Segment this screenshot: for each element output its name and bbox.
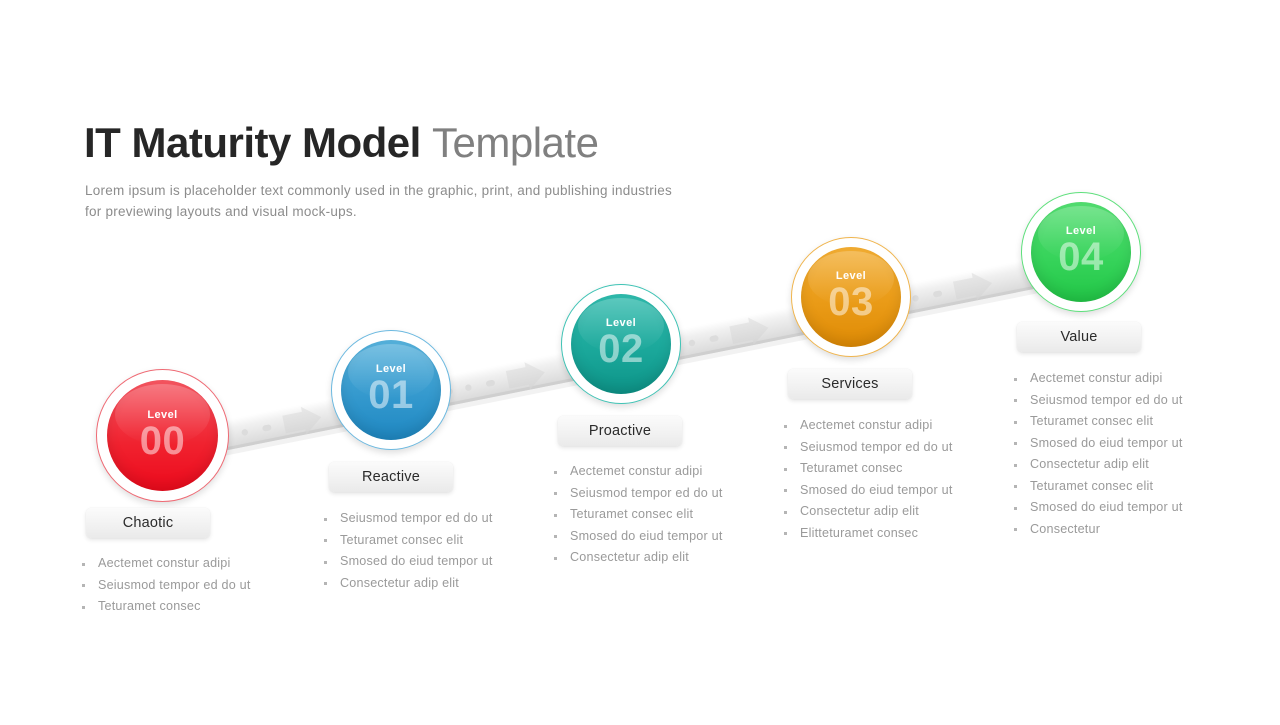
bullet-item: Seiusmod tempor ed do ut (552, 483, 782, 505)
bullet-item: Consectetur (1012, 519, 1242, 541)
stage-disc-3[interactable]: Level 03 (801, 247, 901, 347)
bullet-item: Smosed do eiud tempor ut (322, 551, 552, 573)
bullet-item: Seiusmod tempor ed do ut (80, 575, 310, 597)
stage-disc-1[interactable]: Level 01 (341, 340, 441, 440)
stage-level-number-4: 04 (1058, 235, 1104, 279)
bullet-item: Teturamet consec elit (552, 504, 782, 526)
bullet-item: Smosed do eiud tempor ut (1012, 497, 1242, 519)
bullet-item: Smosed do eiud tempor ut (552, 526, 782, 548)
bullet-item: Teturamet consec elit (1012, 476, 1242, 498)
bullet-item: Consectetur adip elit (782, 501, 1012, 523)
bullet-item: Teturamet consec (80, 596, 310, 618)
bullet-item: Seiusmod tempor ed do ut (782, 437, 1012, 459)
stage-label-chip-2[interactable]: Proactive (558, 416, 682, 446)
bullet-item: Consectetur adip elit (552, 547, 782, 569)
bullet-item: Consectetur adip elit (322, 573, 552, 595)
bullet-item: Aectemet constur adipi (80, 553, 310, 575)
stage-label-text-0: Chaotic (122, 515, 174, 531)
stage-label-text-2: Proactive (588, 423, 652, 439)
bullet-item: Consectetur adip elit (1012, 454, 1242, 476)
stage-bullets-0: Aectemet constur adipi Seiusmod tempor ed… (80, 553, 310, 618)
stage-label-text-1: Reactive (361, 469, 420, 485)
bullet-item: Seiusmod tempor ed do ut (322, 508, 552, 530)
stage-level-number-1: 01 (368, 373, 414, 417)
stage-label-text-3: Services (821, 376, 879, 392)
bullet-item: Aectemet constur adipi (552, 461, 782, 483)
stage-bullets-4: Aectemet constur adipi Seiusmod tempor ed… (1012, 368, 1242, 540)
slide-canvas: IT Maturity Model Template Lorem ipsum i… (0, 0, 1280, 720)
stage-bullets-2: Aectemet constur adipi Seiusmod tempor ed… (552, 461, 782, 569)
stage-disc-0[interactable]: Level 00 (107, 380, 218, 491)
bullet-item: Smosed do eiud tempor ut (1012, 433, 1242, 455)
bullet-item: Teturamet consec elit (322, 530, 552, 552)
stage-label-text-4: Value (1060, 329, 1098, 345)
bullet-item: Aectemet constur adipi (1012, 368, 1242, 390)
bullet-item: Teturamet consec elit (1012, 411, 1242, 433)
bullet-item: Smosed do eiud tempor ut (782, 480, 1012, 502)
stage-bullets-1: Seiusmod tempor ed do ut Teturamet consec… (322, 508, 552, 594)
stage-level-number-2: 02 (598, 327, 644, 371)
stage-level-number-3: 03 (828, 280, 874, 324)
stage-label-chip-0[interactable]: Chaotic (86, 508, 210, 538)
stage-disc-4[interactable]: Level 04 (1031, 202, 1131, 302)
stage-label-chip-1[interactable]: Reactive (329, 462, 453, 492)
maturity-stages: Level 00 Level 01 Level 02 Level 03 Leve… (0, 0, 1280, 720)
stage-disc-2[interactable]: Level 02 (571, 294, 671, 394)
stage-bullets-3: Aectemet constur adipi Seiusmod tempor ed… (782, 415, 1012, 544)
stage-label-chip-3[interactable]: Services (788, 369, 912, 399)
bullet-item: Seiusmod tempor ed do ut (1012, 390, 1242, 412)
stage-label-chip-4[interactable]: Value (1017, 322, 1141, 352)
stage-level-number-0: 00 (139, 418, 186, 463)
bullet-item: Elitteturamet consec (782, 523, 1012, 545)
bullet-item: Aectemet constur adipi (782, 415, 1012, 437)
bullet-item: Teturamet consec (782, 458, 1012, 480)
